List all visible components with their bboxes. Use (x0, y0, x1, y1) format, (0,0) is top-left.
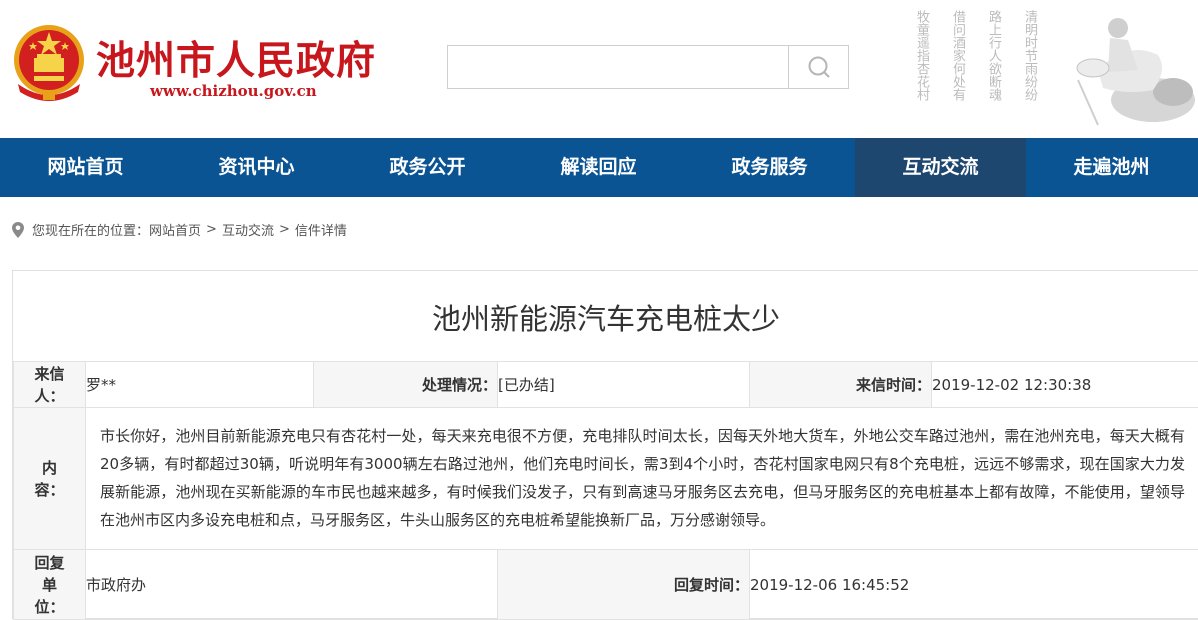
table-row: 内 容： 市长你好，池州目前新能源充电只有杏花村一处，每天来充电很不方便，充电排… (14, 408, 1198, 550)
breadcrumb-link-interaction[interactable]: 互动交流 (222, 220, 274, 239)
poem-calligraphy: 清明时节雨纷纷 路上行人欲断魂 借问酒家何处有 牧童遥指杏花村 (908, 10, 1058, 120)
letter-content: 市长你好，池州目前新能源充电只有杏花村一处，每天来充电很不方便，充电排队时间太长… (86, 416, 1198, 542)
search-button[interactable] (788, 46, 849, 88)
breadcrumb-prefix: 您现在所在的位置： (32, 220, 149, 239)
search-box (447, 45, 849, 89)
breadcrumb-separator: > (206, 222, 217, 237)
nav-item-explore-chizhou[interactable]: 走遍池州 (1026, 138, 1197, 197)
nav-item-gov-services[interactable]: 政务服务 (684, 138, 855, 197)
breadcrumb-current: 信件详情 (295, 220, 347, 239)
status-badge: [已办结] (498, 362, 750, 408)
reply-time-label: 回复时间： (498, 550, 750, 620)
breadcrumb-separator: > (279, 222, 290, 237)
main-nav: 网站首页 资讯中心 政务公开 解读回应 政务服务 互动交流 走遍池州 (0, 138, 1198, 197)
nav-item-interpretation[interactable]: 解读回应 (513, 138, 684, 197)
search-icon (806, 54, 832, 80)
letter-time-value: 2019-12-02 12:30:38 (932, 362, 1198, 408)
letter-title: 池州新能源汽车充电桩太少 (13, 271, 1198, 361)
letter-content-cell: 市长你好，池州目前新能源充电只有杏花村一处，每天来充电很不方便，充电排队时间太长… (86, 408, 1198, 550)
content-label: 内 容： (14, 408, 86, 550)
site-header: 池州市人民政府 www.chizhou.gov.cn 清明时节雨纷纷 路上行人欲… (0, 0, 1198, 138)
breadcrumb-link-home[interactable]: 网站首页 (149, 220, 201, 239)
location-pin-icon (12, 222, 24, 238)
search-input[interactable] (448, 46, 788, 88)
nav-item-home[interactable]: 网站首页 (0, 138, 171, 197)
reply-unit-label: 回复 单 位： (14, 550, 86, 620)
site-url[interactable]: www.chizhou.gov.cn (150, 82, 317, 100)
poem-line: 借问酒家何处有 (948, 10, 964, 101)
nav-item-news[interactable]: 资讯中心 (171, 138, 342, 197)
nav-item-gov-affairs[interactable]: 政务公开 (342, 138, 513, 197)
letter-info-table: 来信 人： 罗** 处理情况： [已办结] 来信时间： 2019-12-02 1… (13, 361, 1198, 620)
table-row: 回复 单 位： 市政府办 回复时间： 2019-12-06 16:45:52 (14, 550, 1198, 620)
letter-detail-panel: 池州新能源汽车充电桩太少 来信 人： 罗** 处理情况： [已办结] 来信时间：… (12, 270, 1198, 619)
sender-value: 罗** (86, 362, 314, 408)
status-label: 处理情况： (314, 362, 498, 408)
table-row: 来信 人： 罗** 处理情况： [已办结] 来信时间： 2019-12-02 1… (14, 362, 1198, 408)
herdboy-ox-painting (1058, 0, 1198, 138)
poem-line: 牧童遥指杏花村 (912, 10, 928, 101)
nav-item-interaction[interactable]: 互动交流 (855, 138, 1026, 197)
reply-time-value: 2019-12-06 16:45:52 (750, 550, 1198, 620)
sender-label: 来信 人： (14, 362, 86, 408)
site-title[interactable]: 池州市人民政府 (96, 30, 376, 86)
breadcrumb: 您现在所在的位置： 网站首页 > 互动交流 > 信件详情 (12, 220, 347, 239)
poem-line: 路上行人欲断魂 (984, 10, 1000, 101)
letter-time-label: 来信时间： (750, 362, 932, 408)
national-emblem-icon[interactable] (12, 22, 86, 104)
reply-unit-value: 市政府办 (86, 550, 498, 620)
poem-line: 清明时节雨纷纷 (1020, 10, 1036, 101)
